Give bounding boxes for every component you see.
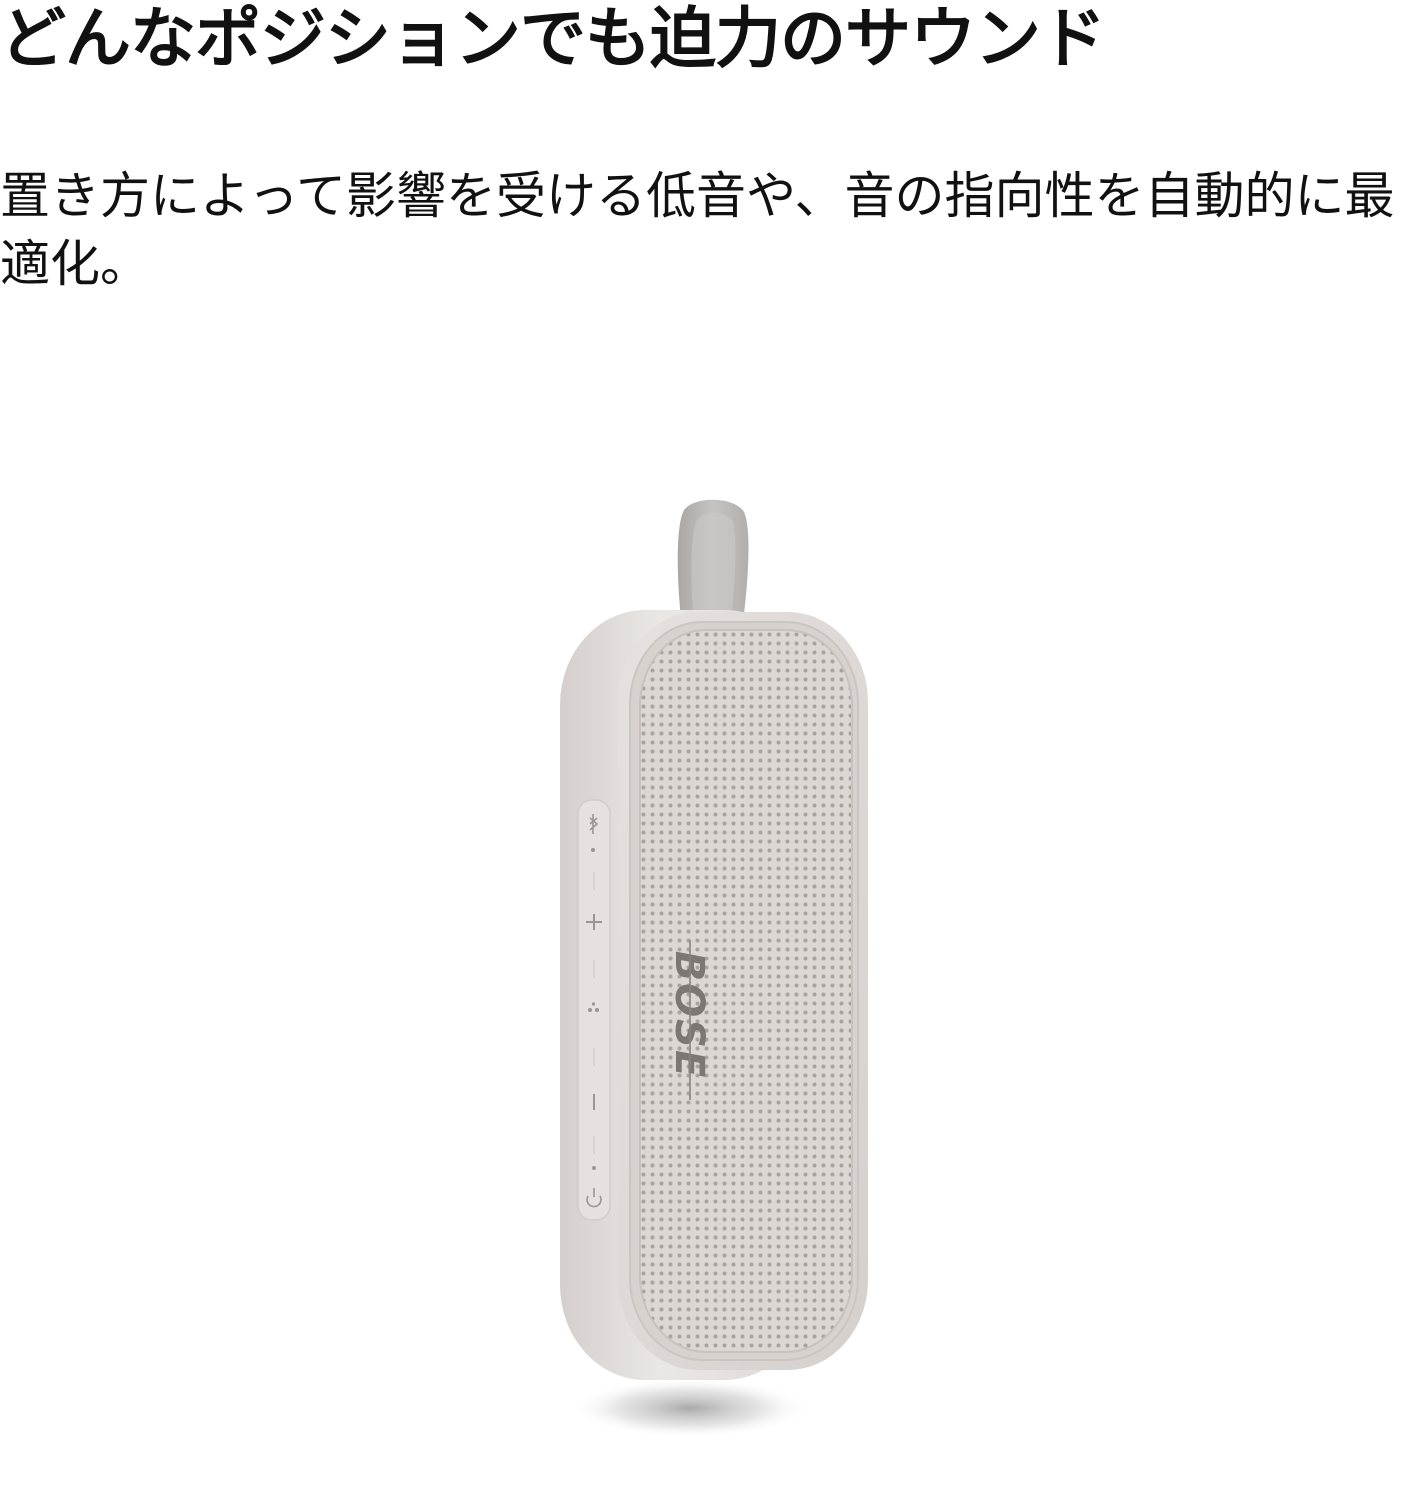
floor-shadow [570,1378,810,1438]
control-strip [577,799,611,1221]
svg-text:BOSE: BOSE [666,951,712,1080]
bose-logo: BOSE [666,951,712,1080]
speaker-illustration: BOSE [560,499,868,1438]
